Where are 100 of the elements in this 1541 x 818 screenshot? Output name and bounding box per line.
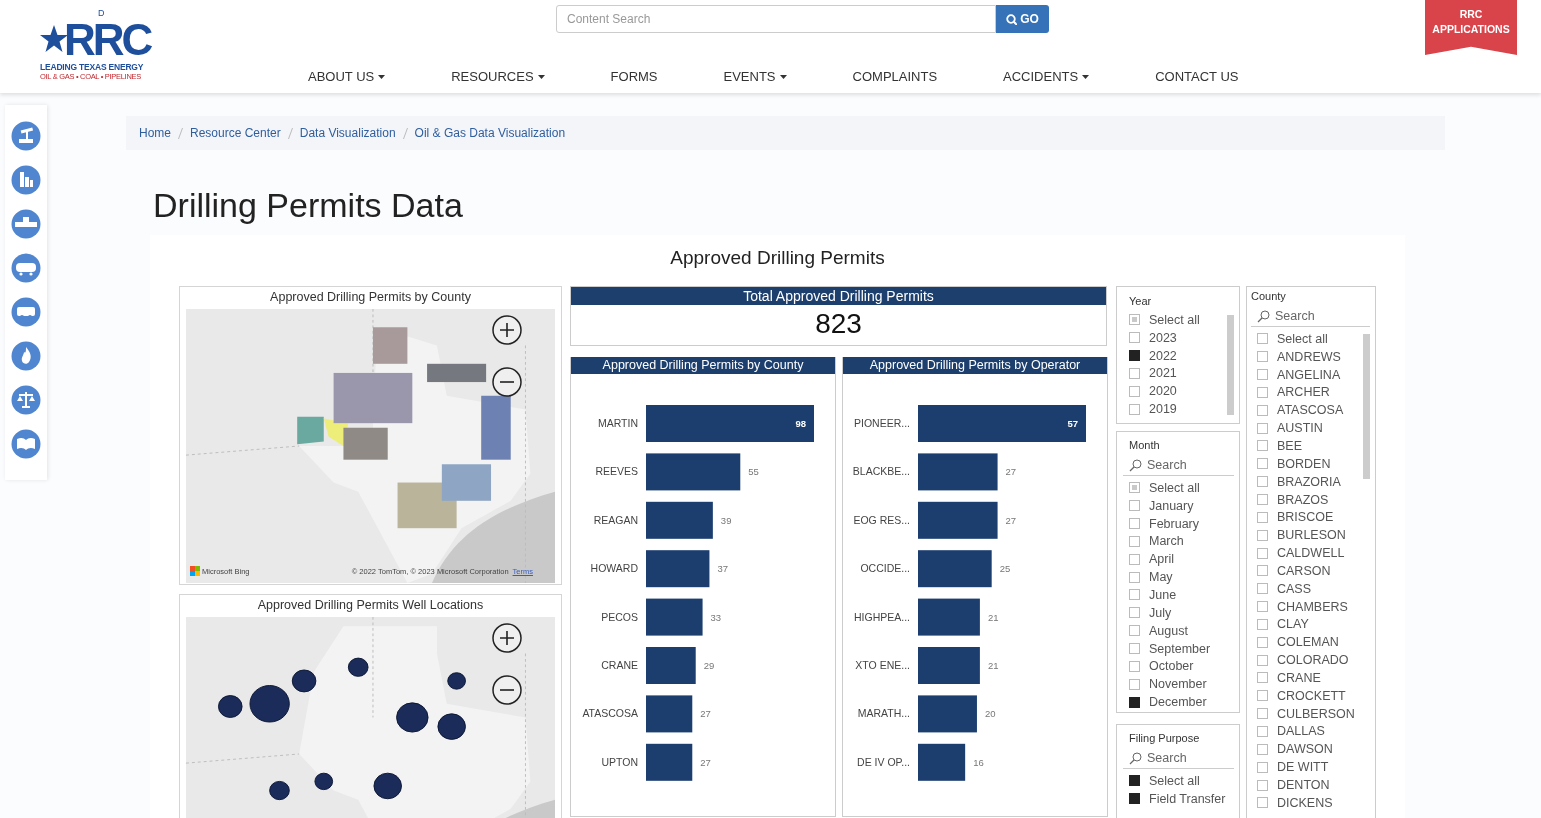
- slicer-option[interactable]: 2019: [1129, 400, 1227, 419]
- slicer-option[interactable]: CLAY: [1257, 615, 1363, 634]
- checkbox[interactable]: [1129, 367, 1140, 379]
- checkbox[interactable]: [1129, 571, 1140, 583]
- checkbox[interactable]: [1257, 654, 1268, 666]
- slicer-option[interactable]: ARCHER: [1257, 383, 1363, 402]
- slicer-option[interactable]: CASS: [1257, 579, 1363, 598]
- flame-icon[interactable]: [11, 341, 41, 371]
- slicer-option[interactable]: Select all: [1129, 772, 1234, 790]
- truck-icon[interactable]: [11, 297, 41, 327]
- checkbox[interactable]: [1257, 708, 1268, 720]
- checkbox[interactable]: [1257, 726, 1268, 737]
- zoom-out-button[interactable]: [492, 675, 522, 705]
- checkbox[interactable]: [1257, 797, 1268, 809]
- checkbox[interactable]: [1257, 333, 1268, 345]
- nav-link[interactable]: COMPLAINTS: [852, 69, 938, 84]
- slicer-option[interactable]: Select all: [1129, 311, 1227, 329]
- nav-link[interactable]: FORMS: [610, 69, 658, 84]
- checkbox[interactable]: [1129, 553, 1140, 565]
- checkbox[interactable]: [1129, 589, 1140, 601]
- zoom-in-button[interactable]: [492, 315, 522, 345]
- checkbox[interactable]: [1257, 601, 1268, 613]
- checkbox[interactable]: [1129, 403, 1140, 415]
- zoom-in-button[interactable]: [492, 623, 522, 653]
- slicer-option[interactable]: June: [1129, 586, 1234, 604]
- checkbox[interactable]: [1257, 476, 1268, 488]
- checkbox[interactable]: [1129, 696, 1140, 708]
- checkbox[interactable]: [1257, 743, 1268, 755]
- slicer-option[interactable]: 2020: [1129, 382, 1227, 401]
- slicer-option[interactable]: DAWSON: [1257, 740, 1363, 759]
- applications-button[interactable]: RRC APPLICATIONS: [1425, 0, 1517, 55]
- slicer-option[interactable]: 2023: [1129, 328, 1227, 347]
- breadcrumb-link[interactable]: Data Visualization: [299, 126, 396, 140]
- slicer-option[interactable]: May: [1129, 568, 1234, 587]
- checkbox[interactable]: [1129, 314, 1140, 326]
- slicer-option[interactable]: COLEMAN: [1257, 633, 1363, 652]
- breadcrumb-link[interactable]: Home: [139, 126, 171, 140]
- slicer-option[interactable]: CARSON: [1257, 561, 1363, 580]
- slicer-option[interactable]: 2022: [1129, 346, 1227, 365]
- slicer-option[interactable]: December: [1129, 693, 1234, 711]
- checkbox[interactable]: [1129, 482, 1140, 494]
- scrollbar[interactable]: [1363, 334, 1370, 479]
- slicer-option[interactable]: Field Transfer: [1129, 789, 1234, 808]
- slicer-option[interactable]: February: [1129, 514, 1234, 533]
- search-button[interactable]: GO: [996, 5, 1049, 33]
- slicer-option[interactable]: BORDEN: [1257, 454, 1363, 473]
- slicer-option[interactable]: Select all: [1129, 479, 1234, 497]
- slicer-option[interactable]: CRANE: [1257, 669, 1363, 687]
- checkbox[interactable]: [1257, 422, 1268, 434]
- slicer-option[interactable]: ATASCOSA: [1257, 401, 1363, 420]
- slicer-option[interactable]: 2021: [1129, 364, 1227, 383]
- checkbox[interactable]: [1129, 660, 1140, 672]
- checkbox[interactable]: [1257, 690, 1268, 702]
- checkbox[interactable]: [1257, 672, 1268, 684]
- checkbox[interactable]: [1257, 583, 1268, 595]
- tank-car-icon[interactable]: [11, 253, 41, 283]
- slicer-option[interactable]: BRAZORIA: [1257, 472, 1363, 491]
- checkbox[interactable]: [1129, 643, 1140, 654]
- slicer-option[interactable]: DALLAS: [1257, 722, 1363, 741]
- checkbox[interactable]: [1129, 535, 1140, 547]
- breadcrumb-link[interactable]: Resource Center: [190, 126, 281, 140]
- checkbox[interactable]: [1129, 332, 1140, 344]
- slicer-option[interactable]: CROCKETT: [1257, 686, 1363, 705]
- checkbox[interactable]: [1129, 500, 1140, 512]
- checkbox[interactable]: [1129, 625, 1140, 637]
- checkbox[interactable]: [1129, 385, 1140, 397]
- scales-icon[interactable]: [11, 385, 41, 415]
- checkbox[interactable]: [1129, 607, 1140, 619]
- checkbox[interactable]: [1129, 518, 1140, 530]
- checkbox[interactable]: [1257, 529, 1268, 541]
- slicer-option[interactable]: BEE: [1257, 437, 1363, 455]
- checkbox[interactable]: [1257, 369, 1268, 381]
- book-icon[interactable]: [11, 429, 41, 459]
- nav-link[interactable]: ACCIDENTS: [1003, 69, 1090, 84]
- nav-link[interactable]: RESOURCES: [451, 69, 545, 84]
- checkbox[interactable]: [1257, 618, 1268, 630]
- checkbox[interactable]: [1257, 440, 1268, 452]
- search-field[interactable]: Search: [1275, 309, 1355, 323]
- breadcrumb-link[interactable]: Oil & Gas Data Visualization: [414, 126, 566, 140]
- slicer-option[interactable]: ANDREWS: [1257, 347, 1363, 366]
- checkbox[interactable]: [1257, 494, 1268, 505]
- slicer-option[interactable]: BRISCOE: [1257, 508, 1363, 527]
- slicer-option[interactable]: October: [1129, 657, 1234, 676]
- nav-link[interactable]: ABOUT US: [308, 69, 386, 84]
- checkbox[interactable]: [1257, 351, 1268, 363]
- checkbox[interactable]: [1257, 386, 1268, 398]
- checkbox[interactable]: [1129, 775, 1140, 787]
- checkbox[interactable]: [1129, 678, 1140, 690]
- slicer-option[interactable]: CULBERSON: [1257, 704, 1363, 723]
- search-field[interactable]: Search: [1147, 458, 1227, 472]
- checkbox[interactable]: [1257, 636, 1268, 648]
- slicer-option[interactable]: July: [1129, 603, 1234, 622]
- slicer-option[interactable]: BRAZOS: [1257, 490, 1363, 509]
- slicer-option[interactable]: BURLESON: [1257, 526, 1363, 545]
- nav-link[interactable]: CONTACT US: [1155, 69, 1239, 84]
- slicer-option[interactable]: DENTON: [1257, 776, 1363, 794]
- slicer-option[interactable]: ANGELINA: [1257, 365, 1363, 384]
- checkbox[interactable]: [1129, 793, 1140, 805]
- search-field[interactable]: Search: [1147, 751, 1227, 765]
- slicer-option[interactable]: AUSTIN: [1257, 419, 1363, 438]
